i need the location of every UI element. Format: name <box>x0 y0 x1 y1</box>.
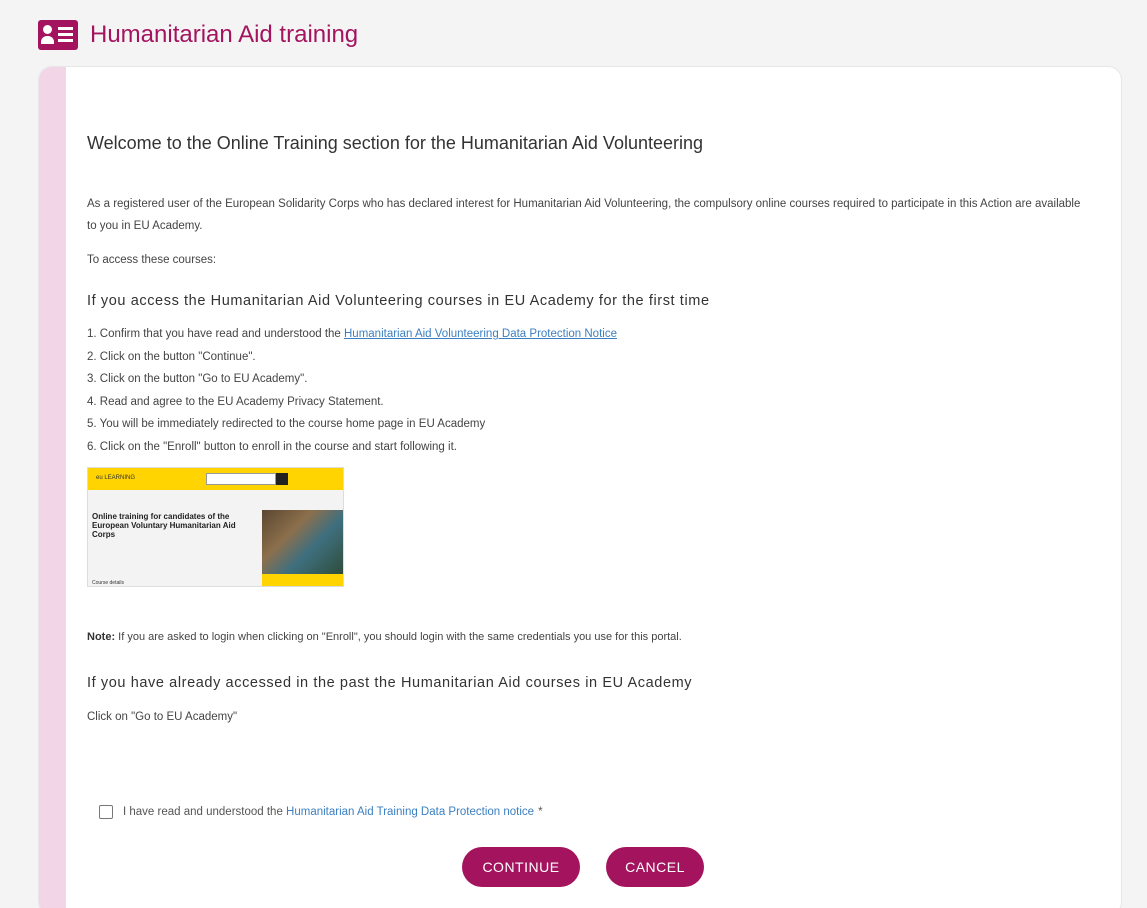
intro-text: As a registered user of the European Sol… <box>87 198 1081 232</box>
page-title: Humanitarian Aid training <box>90 21 359 48</box>
training-data-protection-link[interactable]: Humanitarian Aid Training Data Protectio… <box>286 806 534 818</box>
access-text: To access these courses: <box>87 254 217 266</box>
list-item: 1. Confirm that you have read and unders… <box>87 323 617 346</box>
page-header: Humanitarian Aid training <box>38 20 358 50</box>
list-item: 2. Click on the button "Continue". <box>87 350 256 363</box>
note-body: If you are asked to login when clicking … <box>118 631 682 643</box>
welcome-heading: Welcome to the Online Training section f… <box>87 133 704 153</box>
preview-photo <box>262 510 343 574</box>
course-preview-screenshot: eu LEARNING Online training for candidat… <box>87 467 344 587</box>
preview-search-icon <box>276 473 288 485</box>
card-accent-stripe <box>39 67 66 908</box>
list-item: 4. Read and agree to the EU Academy Priv… <box>87 395 384 408</box>
preview-photo-bar <box>262 574 343 586</box>
agree-checkbox-row[interactable]: I have read and understood the Humanitar… <box>99 805 543 819</box>
steps-list: 1. Confirm that you have read and unders… <box>87 323 617 458</box>
past-access-heading: If you have already accessed in the past… <box>87 675 693 691</box>
past-access-text: Click on "Go to EU Academy" <box>87 711 238 723</box>
step-1-text: 1. Confirm that you have read and unders… <box>87 328 344 340</box>
list-item: 5. You will be immediately redirected to… <box>87 418 486 430</box>
preview-search-box <box>206 473 276 485</box>
agree-checkbox[interactable] <box>99 805 113 819</box>
first-time-heading: If you access the Humanitarian Aid Volun… <box>87 293 710 309</box>
note-text: Note: If you are asked to login when cli… <box>87 631 682 643</box>
note-label: Note: <box>87 631 116 643</box>
list-item: 6. Click on the "Enroll" button to enrol… <box>87 440 457 453</box>
agree-label-prefix: I have read and understood the <box>123 806 287 818</box>
agree-label: I have read and understood the Humanitar… <box>123 806 543 818</box>
preview-logo: eu LEARNING <box>96 475 136 481</box>
continue-button[interactable]: CONTINUE <box>462 847 580 887</box>
preview-footer: Course details <box>92 580 124 586</box>
cancel-button[interactable]: CANCEL <box>606 847 704 887</box>
training-card: Welcome to the Online Training section f… <box>38 66 1122 908</box>
preview-course-title: Online training for candidates of the Eu… <box>92 512 236 539</box>
id-card-icon <box>38 20 78 50</box>
list-item: 3. Click on the button "Go to EU Academy… <box>87 373 308 385</box>
action-buttons: CONTINUE CANCEL <box>462 847 704 887</box>
data-protection-notice-link[interactable]: Humanitarian Aid Volunteering Data Prote… <box>344 328 617 340</box>
required-mark: * <box>538 806 543 818</box>
